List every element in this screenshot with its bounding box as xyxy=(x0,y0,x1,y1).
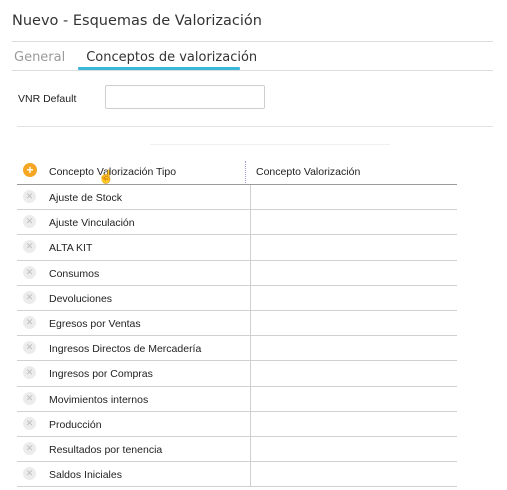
close-circle-icon: ✕ xyxy=(25,191,34,201)
cell-concepto[interactable] xyxy=(251,311,457,335)
grid-header: + Concepto Valorización Tipo Concepto Va… xyxy=(17,160,457,185)
cell-concepto[interactable] xyxy=(251,261,457,285)
table-row[interactable]: ✕ ALTA KIT xyxy=(17,235,457,261)
cell-concepto-tipo[interactable]: Devoluciones xyxy=(43,285,251,310)
remove-row-button[interactable]: ✕ xyxy=(23,441,36,455)
cell-concepto-tipo[interactable]: Ingresos Directos de Mercadería xyxy=(43,336,251,361)
table-row[interactable]: ✕ Egresos por Ventas xyxy=(17,310,457,337)
cell-concepto-tipo-text: Ingresos por Compras xyxy=(49,368,153,381)
cell-concepto-tipo-text: ALTA KIT xyxy=(49,242,93,255)
cell-concepto[interactable] xyxy=(251,361,457,385)
close-circle-icon: ✕ xyxy=(25,468,34,479)
cell-concepto[interactable] xyxy=(251,437,457,461)
table-row[interactable]: ✕ Movimientos internos xyxy=(17,386,457,412)
cell-concepto[interactable] xyxy=(251,387,457,411)
column-resize-handle[interactable] xyxy=(245,161,246,183)
cell-concepto-tipo[interactable]: Movimientos internos xyxy=(43,386,251,411)
vnr-default-label: VNR Default xyxy=(18,93,77,105)
cell-concepto[interactable] xyxy=(251,286,457,310)
cell-concepto-tipo-text: Ajuste Vinculación xyxy=(49,217,135,230)
conceptos-grid: + Concepto Valorización Tipo Concepto Va… xyxy=(17,160,457,488)
cell-concepto-tipo-text: Egresos por Ventas xyxy=(49,317,141,330)
table-row[interactable]: ✕ Ajuste de Stock xyxy=(17,185,457,211)
cell-concepto-tipo[interactable]: Producción xyxy=(43,411,251,436)
close-circle-icon: ✕ xyxy=(25,241,34,252)
plus-circle-icon: + xyxy=(26,163,34,177)
grid-body: ✕ Ajuste de Stock ✕ Ajuste Vinculación ✕ ALTA… xyxy=(17,185,457,488)
add-row-button[interactable]: + xyxy=(23,163,37,177)
close-circle-icon: ✕ xyxy=(25,291,34,302)
remove-row-button[interactable]: ✕ xyxy=(23,290,36,304)
column-header-concepto[interactable]: Concepto Valorización xyxy=(256,166,360,178)
form-divider xyxy=(17,126,493,127)
table-row[interactable]: ✕ Producción xyxy=(17,411,457,437)
cell-concepto[interactable] xyxy=(251,185,457,209)
vnr-default-input[interactable] xyxy=(105,85,265,109)
remove-row-button[interactable]: ✕ xyxy=(23,416,36,430)
cell-concepto-tipo-text: Ingresos Directos de Mercadería xyxy=(49,343,202,356)
page-title: Nuevo - Esquemas de Valorización xyxy=(12,13,262,29)
table-row[interactable]: ✕ Ingresos Directos de Mercadería xyxy=(17,336,457,362)
cell-concepto[interactable] xyxy=(251,412,457,436)
cell-concepto-tipo-text: Ajuste de Stock xyxy=(49,192,122,204)
table-row[interactable]: ✕ Consumos xyxy=(17,260,457,286)
tab-general[interactable]: General xyxy=(12,50,67,70)
remove-row-button[interactable]: ✕ xyxy=(23,315,36,329)
table-row[interactable]: ✕ Saldos Iniciales xyxy=(17,462,457,488)
cell-concepto-tipo[interactable]: Ajuste de Stock xyxy=(43,185,251,210)
column-header-concepto-tipo[interactable]: Concepto Valorización Tipo xyxy=(49,166,176,178)
cell-concepto[interactable] xyxy=(251,336,457,360)
cell-concepto-tipo-text: Resultados por tenencia xyxy=(49,443,163,456)
table-row[interactable]: ✕ Ajuste Vinculación xyxy=(17,210,457,236)
cell-concepto-tipo[interactable]: Consumos xyxy=(43,260,251,285)
table-row[interactable]: ✕ Ingresos por Compras xyxy=(17,361,457,387)
cell-concepto-tipo-text: Saldos Iniciales xyxy=(49,469,122,482)
cell-concepto[interactable] xyxy=(251,235,457,259)
close-circle-icon: ✕ xyxy=(25,266,34,277)
remove-row-button[interactable]: ✕ xyxy=(23,391,36,405)
cell-concepto-tipo-text: Consumos xyxy=(49,267,100,280)
cell-concepto-tipo-text: Devoluciones xyxy=(49,292,113,305)
close-circle-icon: ✕ xyxy=(25,216,34,227)
cell-concepto-tipo[interactable]: Ajuste Vinculación xyxy=(43,210,251,235)
remove-row-button[interactable]: ✕ xyxy=(23,366,36,380)
remove-row-button[interactable]: ✕ xyxy=(23,190,36,203)
close-circle-icon: ✕ xyxy=(25,442,34,453)
cell-concepto[interactable] xyxy=(251,210,457,234)
remove-row-button[interactable]: ✕ xyxy=(23,215,36,229)
close-circle-icon: ✕ xyxy=(25,342,34,353)
title-divider xyxy=(12,41,493,42)
cell-concepto[interactable] xyxy=(251,462,457,486)
close-circle-icon: ✕ xyxy=(25,316,34,327)
cell-concepto-tipo[interactable]: Egresos por Ventas xyxy=(43,310,251,336)
close-circle-icon: ✕ xyxy=(25,417,34,428)
remove-row-button[interactable]: ✕ xyxy=(23,240,36,254)
cell-concepto-tipo-text: Producción xyxy=(49,418,102,431)
remove-row-button[interactable]: ✕ xyxy=(23,341,36,355)
table-row[interactable]: ✕ Devoluciones xyxy=(17,285,457,311)
tabs-divider xyxy=(12,70,493,71)
close-circle-icon: ✕ xyxy=(25,392,34,403)
cell-concepto-tipo[interactable]: ALTA KIT xyxy=(43,235,251,260)
cell-concepto-tipo[interactable]: Saldos Iniciales xyxy=(43,462,251,487)
cell-concepto-tipo-text: Movimientos internos xyxy=(49,393,149,406)
grid-toolbar-divider xyxy=(150,144,390,145)
cell-concepto-tipo[interactable]: Resultados por tenencia xyxy=(43,436,251,462)
table-row[interactable]: ✕ Resultados por tenencia xyxy=(17,436,457,463)
remove-row-button[interactable]: ✕ xyxy=(23,265,36,279)
cell-concepto-tipo[interactable]: Ingresos por Compras xyxy=(43,361,251,386)
remove-row-button[interactable]: ✕ xyxy=(23,467,36,481)
close-circle-icon: ✕ xyxy=(25,367,34,378)
